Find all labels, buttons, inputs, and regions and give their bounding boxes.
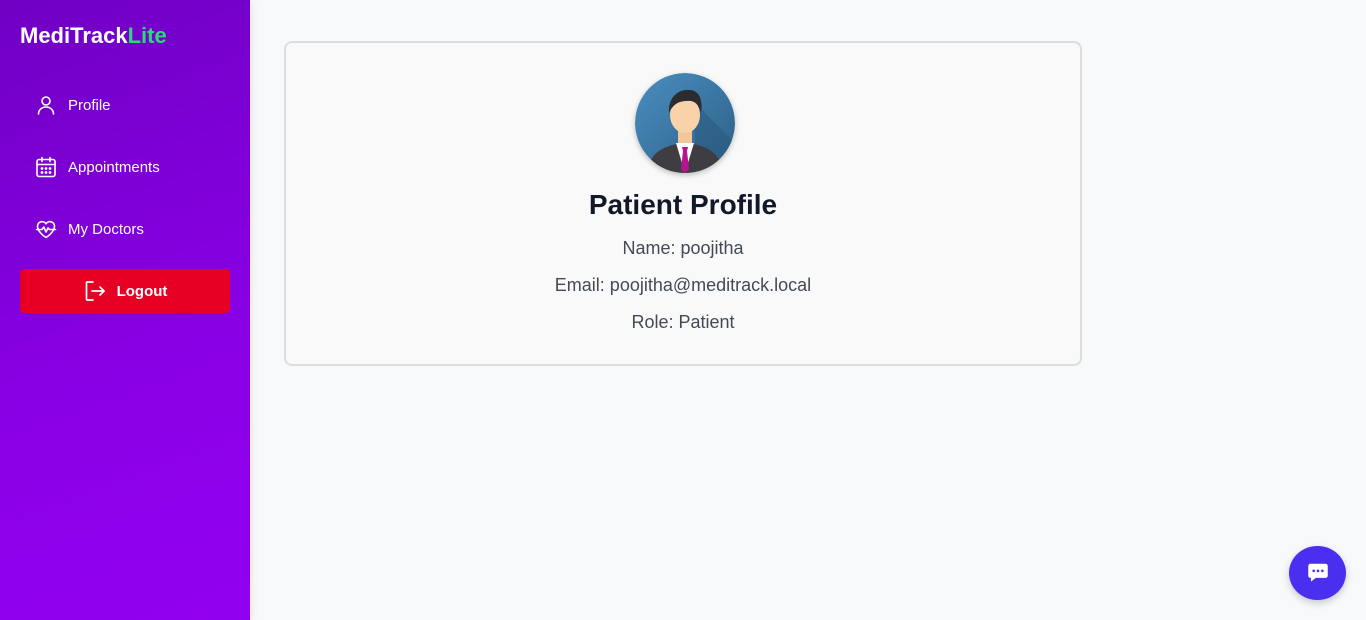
sidebar-item-profile[interactable]: Profile	[34, 90, 111, 120]
sidebar-item-label: My Doctors	[68, 220, 144, 238]
patient-name: Name: poojitha	[622, 238, 744, 258]
profile-card: Patient Profile Name: poojitha Email: po…	[284, 41, 1082, 366]
heart-pulse-icon	[34, 217, 58, 241]
logout-button[interactable]: Logout	[20, 269, 230, 313]
chat-button[interactable]	[1289, 546, 1346, 600]
avatar	[635, 73, 735, 173]
sidebar: MediTrackLite Profile Appointments My Do…	[0, 0, 250, 620]
user-icon	[34, 93, 58, 117]
calendar-icon	[34, 155, 58, 179]
sidebar-item-label: Profile	[68, 96, 111, 114]
brand-name: MediTrack	[20, 23, 128, 48]
page-title: Patient Profile	[588, 189, 778, 220]
patient-email: Email: poojitha@meditrack.local	[554, 275, 812, 295]
sidebar-item-my-doctors[interactable]: My Doctors	[34, 214, 144, 244]
logout-icon	[83, 279, 107, 303]
avatar-icon	[635, 73, 735, 173]
brand-logo[interactable]: MediTrackLite	[20, 23, 167, 49]
brand-accent: Lite	[127, 23, 167, 48]
patient-role: Role: Patient	[631, 312, 735, 332]
logout-label: Logout	[116, 282, 168, 300]
chat-bubble-icon	[1307, 563, 1328, 582]
sidebar-item-label: Appointments	[68, 158, 160, 176]
sidebar-item-appointments[interactable]: Appointments	[34, 152, 160, 182]
